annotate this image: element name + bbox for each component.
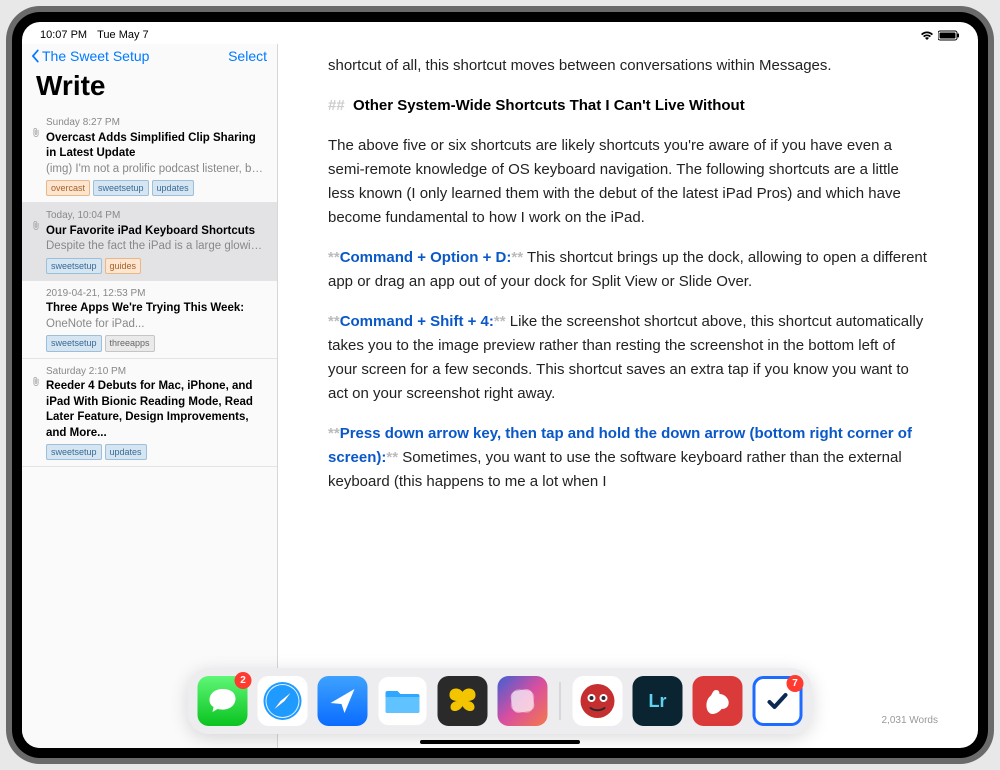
select-button[interactable]: Select — [228, 48, 267, 64]
app-safari[interactable] — [258, 676, 308, 726]
heading-text: Other System-Wide Shortcuts That I Can't… — [353, 97, 745, 114]
attachment-icon — [31, 128, 41, 144]
app-marvis[interactable] — [573, 676, 623, 726]
back-label: The Sweet Setup — [42, 48, 149, 64]
note-title: Overcast Adds Simplified Clip Sharing in… — [46, 131, 267, 162]
markdown-mark: ** — [328, 425, 340, 442]
notification-badge: 2 — [235, 672, 252, 689]
screen: 10:07 PM Tue May 7 The Sweet Setup Selec… — [22, 22, 978, 748]
ipad-frame: 10:07 PM Tue May 7 The Sweet Setup Selec… — [6, 6, 994, 764]
app-messages[interactable]: 2 — [198, 676, 248, 726]
app-things[interactable]: 7 — [753, 676, 803, 726]
paragraph: **Command + Shift + 4:** Like the screen… — [328, 310, 928, 406]
paragraph: shortcut of all, this shortcut moves bet… — [328, 54, 928, 78]
note-preview: Despite the fact the iPad is a large glo… — [46, 239, 267, 255]
status-bar: 10:07 PM Tue May 7 — [22, 22, 978, 44]
lightroom-label: Lr — [649, 691, 667, 712]
markdown-mark: ** — [386, 449, 398, 466]
bear-icon — [701, 684, 735, 718]
tag[interactable]: sweetsetup — [46, 444, 102, 460]
heading-line: ## Other System-Wide Shortcuts That I Ca… — [328, 94, 928, 118]
note-tags: sweetsetupguides — [46, 258, 267, 274]
markdown-mark: ** — [328, 313, 340, 330]
tag[interactable]: overcast — [46, 180, 90, 196]
compass-icon — [261, 679, 305, 723]
sidebar-title: Write — [22, 68, 277, 110]
note-date: Sunday 8:27 PM — [46, 116, 267, 130]
dock-container: 2 Lr — [188, 668, 813, 734]
note-preview: (img) I'm not a prolific podcast listene… — [46, 162, 267, 178]
dock: 2 Lr — [188, 668, 813, 734]
note-title: Three Apps We're Trying This Week: — [46, 301, 267, 317]
app-butterfly[interactable] — [438, 676, 488, 726]
speech-bubble-icon — [208, 687, 238, 715]
note-item[interactable]: 2019-04-21, 12:53 PMThree Apps We're Try… — [22, 281, 277, 359]
status-date: Tue May 7 — [97, 29, 149, 41]
note-date: Saturday 2:10 PM — [46, 365, 267, 379]
battery-icon — [938, 30, 960, 41]
face-icon — [576, 679, 620, 723]
paragraph: The above five or six shortcuts are like… — [328, 134, 928, 230]
note-title: Reeder 4 Debuts for Mac, iPhone, and iPa… — [46, 379, 267, 441]
paper-plane-icon — [327, 685, 359, 717]
app-files[interactable] — [378, 676, 428, 726]
tag[interactable]: threeapps — [105, 335, 155, 351]
shortcut-text: Sometimes, you want to use the software … — [328, 449, 902, 490]
note-preview: OneNote for iPad... — [46, 317, 267, 333]
dock-divider — [560, 682, 561, 720]
paragraph: **Command + Option + D:** This shortcut … — [328, 246, 928, 294]
word-count: 2,031 Words — [881, 715, 938, 726]
checkmark-icon — [765, 688, 791, 714]
note-date: Today, 10:04 PM — [46, 209, 267, 223]
shortcuts-icon — [507, 685, 539, 717]
note-list: Sunday 8:27 PMOvercast Adds Simplified C… — [22, 110, 277, 748]
note-title: Our Favorite iPad Keyboard Shortcuts — [46, 224, 267, 240]
markdown-mark: ** — [511, 249, 523, 266]
chevron-left-icon — [28, 49, 42, 63]
home-indicator[interactable] — [420, 740, 580, 744]
markdown-mark: ** — [328, 249, 340, 266]
sidebar: The Sweet Setup Select Write Sunday 8:27… — [22, 44, 278, 748]
note-item[interactable]: Saturday 2:10 PMReeder 4 Debuts for Mac,… — [22, 359, 277, 468]
tag[interactable]: sweetsetup — [46, 258, 102, 274]
tag[interactable]: updates — [105, 444, 147, 460]
note-tags: overcastsweetsetupupdates — [46, 180, 267, 196]
sidebar-header: The Sweet Setup Select — [22, 44, 277, 68]
ipad-bezel: 10:07 PM Tue May 7 The Sweet Setup Selec… — [12, 12, 988, 758]
note-date: 2019-04-21, 12:53 PM — [46, 287, 267, 301]
note-item[interactable]: Sunday 8:27 PMOvercast Adds Simplified C… — [22, 110, 277, 203]
note-item[interactable]: Today, 10:04 PMOur Favorite iPad Keyboar… — [22, 203, 277, 281]
tag[interactable]: sweetsetup — [46, 335, 102, 351]
shortcut-label: Command + Shift + 4: — [340, 313, 494, 330]
markdown-mark: ## — [328, 97, 345, 114]
paragraph: **Press down arrow key, then tap and hol… — [328, 422, 928, 494]
tag[interactable]: guides — [105, 258, 142, 274]
folder-icon — [385, 687, 421, 715]
app-shortcuts[interactable] — [498, 676, 548, 726]
wifi-icon — [920, 30, 934, 41]
attachment-icon — [31, 377, 41, 393]
note-tags: sweetsetupupdates — [46, 444, 267, 460]
status-time: 10:07 PM — [40, 29, 87, 41]
editor[interactable]: shortcut of all, this shortcut moves bet… — [278, 44, 978, 748]
markdown-mark: ** — [494, 313, 506, 330]
tag[interactable]: sweetsetup — [93, 180, 149, 196]
butterfly-icon — [446, 686, 480, 716]
notification-badge: 7 — [787, 675, 804, 692]
tag[interactable]: updates — [152, 180, 194, 196]
app-spark-mail[interactable] — [318, 676, 368, 726]
back-button[interactable]: The Sweet Setup — [28, 48, 149, 64]
note-tags: sweetsetupthreeapps — [46, 335, 267, 351]
shortcut-label: Command + Option + D: — [340, 249, 512, 266]
app-lightroom[interactable]: Lr — [633, 676, 683, 726]
app-bear[interactable] — [693, 676, 743, 726]
attachment-icon — [31, 221, 41, 237]
